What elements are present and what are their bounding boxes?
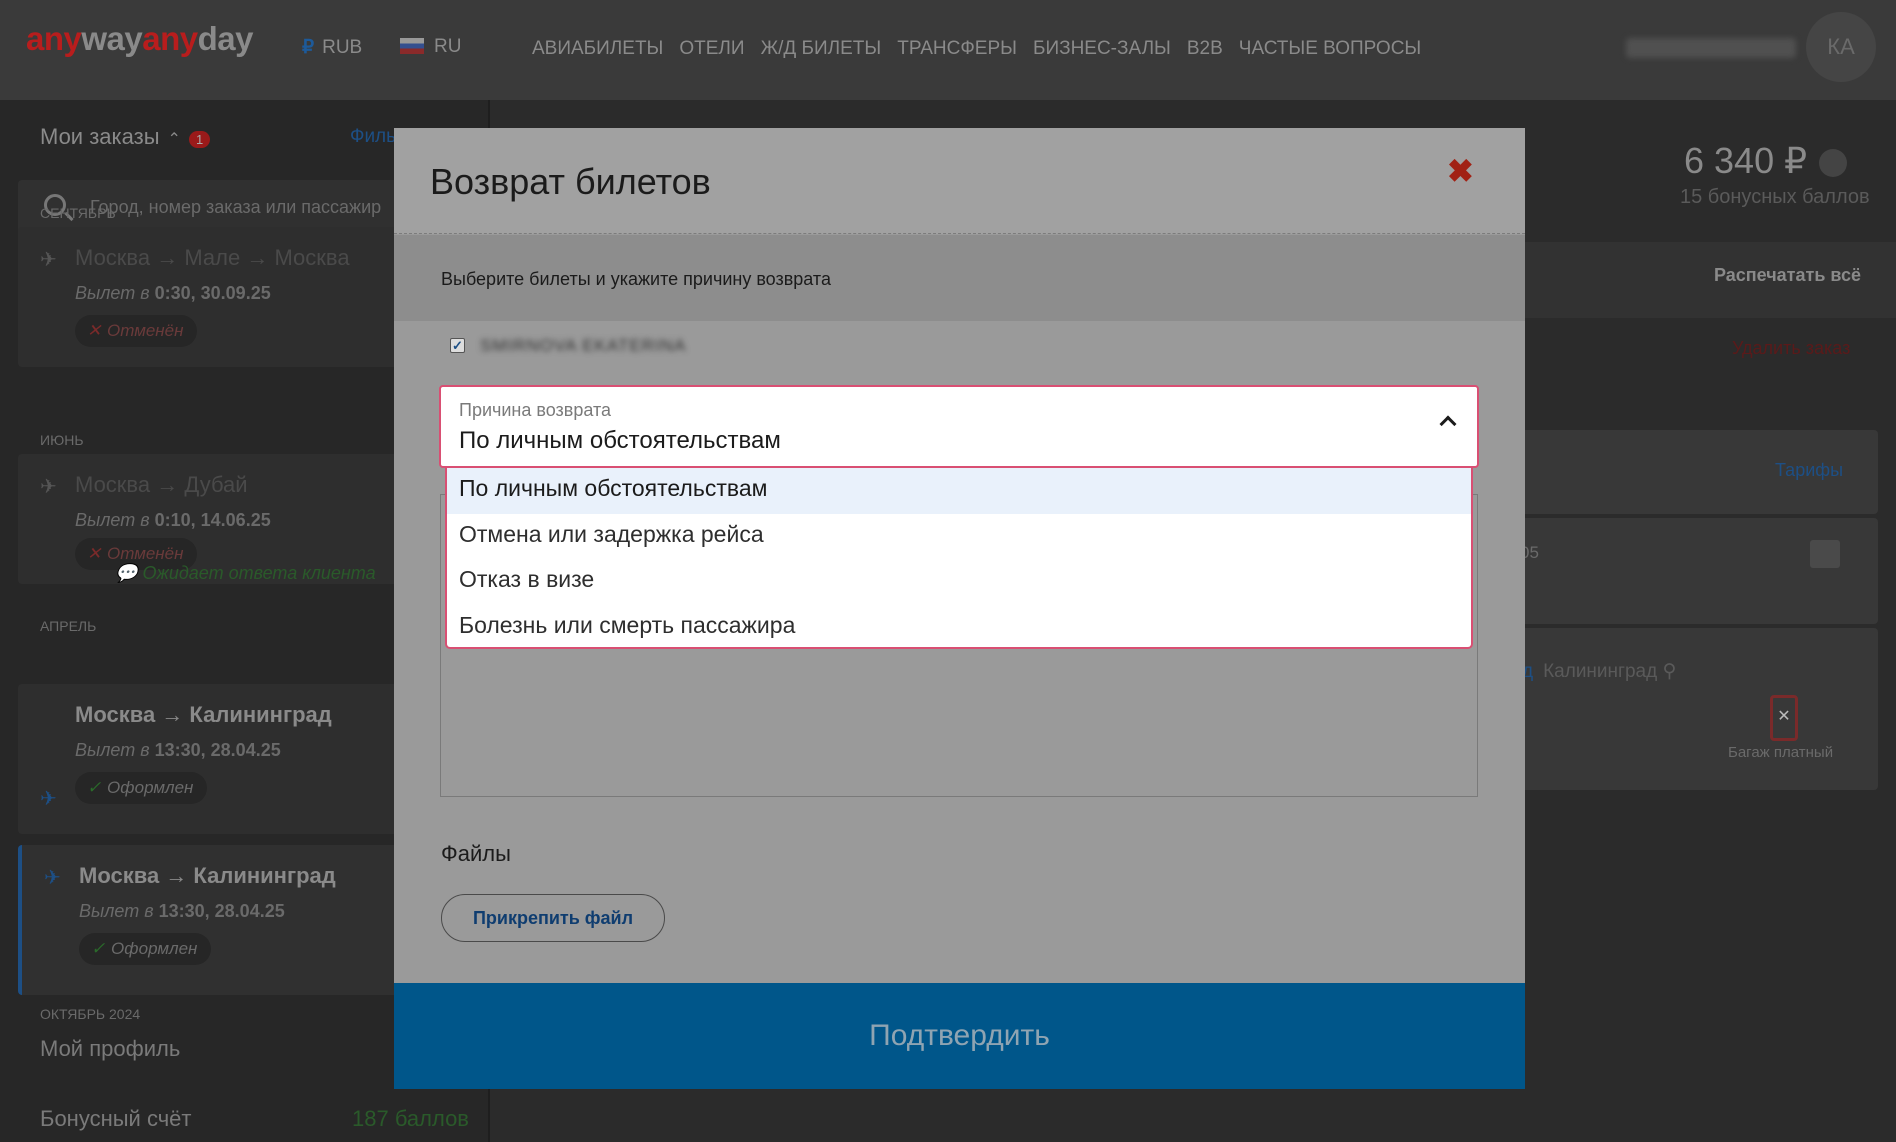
passenger-name: SMIRNOVA EKATERINA — [480, 336, 687, 355]
chevron-up-icon — [1440, 414, 1454, 428]
print-all-link[interactable]: Распечатать всё — [1714, 265, 1861, 286]
order-route: Москва → Калининград — [79, 863, 336, 888]
my-profile-link[interactable]: Мой профиль — [40, 1036, 180, 1062]
order-route: Москва → Калининград — [75, 702, 332, 727]
reason-option-flight-cancel[interactable]: Отмена или задержка рейса — [447, 514, 1471, 560]
search-placeholder: Город, номер заказа или пассажир — [90, 197, 382, 217]
modal-instruction-bar: Выберите билеты и укажите причину возвра… — [394, 235, 1525, 321]
awaiting-status: 💬 Ожидает ответа клиента — [115, 563, 376, 583]
order-departure: Вылет в 0:10, 14.06.25 — [75, 510, 271, 530]
reason-option-visa-denied[interactable]: Отказ в визе — [447, 559, 1471, 605]
reason-option-personal[interactable]: По личным обстоятельствам — [447, 468, 1471, 514]
arrival-city: д Калининград ⚲ — [1522, 661, 1677, 682]
plane-icon: ✈ — [40, 788, 57, 810]
avatar[interactable]: КА — [1806, 12, 1876, 82]
reason-option-illness[interactable]: Болезнь или смерть пассажира — [447, 605, 1471, 648]
tariffs-link[interactable]: Тарифы — [1775, 460, 1843, 481]
nav-rail[interactable]: Ж/Д БИЛЕТЫ — [761, 38, 882, 60]
files-label: Файлы — [441, 841, 511, 866]
main-nav: АВИАБИЛЕТЫ ОТЕЛИ Ж/Д БИЛЕТЫ ТРАНСФЕРЫ БИ… — [532, 38, 1421, 60]
passenger-checkbox[interactable]: ✓ — [450, 338, 465, 353]
order-route: Москва → Дубай — [75, 472, 248, 497]
logo[interactable]: anywayanyday — [26, 20, 254, 58]
reason-dropdown: По личным обстоятельствам Отмена или зад… — [445, 468, 1473, 649]
order-bonus-points: 15 бонусных баллов — [1680, 186, 1870, 208]
language-selector[interactable]: RU — [400, 36, 461, 58]
bonus-account[interactable]: Бонусный счёт 187 баллов — [40, 1106, 469, 1132]
nav-hotels[interactable]: ОТЕЛИ — [679, 38, 744, 60]
section-september: СЕНТЯБРЬ — [40, 205, 116, 221]
order-departure: Вылет в 13:30, 28.04.25 — [75, 740, 281, 760]
flag-icon — [400, 38, 424, 54]
printer-icon[interactable] — [1810, 540, 1840, 568]
reason-label: Причина возврата — [459, 400, 612, 420]
chat-icon: 💬 — [115, 563, 138, 583]
refund-reason-select[interactable]: Причина возврата По личным обстоятельств… — [439, 385, 1479, 468]
top-bar: anywayanyday ₽ RUB RU АВИАБИЛЕТЫ ОТЕЛИ Ж/… — [0, 0, 1896, 100]
plane-icon: ✈ — [40, 249, 57, 271]
modal-title: Возврат билетов — [430, 161, 711, 202]
order-departure: Вылет в 13:30, 28.04.25 — [79, 901, 285, 921]
ticket-card — [1520, 518, 1878, 624]
chevron-down-icon[interactable] — [1819, 149, 1847, 178]
nav-faq[interactable]: ЧАСТЫЕ ВОПРОСЫ — [1239, 38, 1421, 60]
reason-value: По личным обстоятельствам — [459, 427, 781, 454]
cross-icon: ✕ — [87, 321, 102, 340]
nav-b2b[interactable]: B2B — [1187, 38, 1223, 60]
nav-transfers[interactable]: ТРАНСФЕРЫ — [897, 38, 1017, 60]
chevron-up-icon: ⌃ — [167, 131, 181, 148]
plane-icon: ✈ — [44, 867, 61, 889]
order-route: Москва → Мале → Москва — [75, 245, 350, 270]
nav-lounges[interactable]: БИЗНЕС-ЗАЛЫ — [1033, 38, 1171, 60]
modal-header: Возврат билетов ✖ — [394, 128, 1525, 234]
attach-file-button[interactable]: Прикрепить файл — [441, 894, 665, 942]
segment-card — [1520, 628, 1878, 790]
check-icon: ✓ — [91, 939, 106, 958]
baggage-label: Багаж платный — [1728, 744, 1834, 761]
refund-modal: Возврат билетов ✖ Выберите билеты и укаж… — [394, 128, 1525, 1089]
currency-selector[interactable]: ₽ RUB — [302, 36, 362, 59]
section-june: ИЮНЬ — [40, 432, 84, 448]
order-departure: Вылет в 0:30, 30.09.25 — [75, 283, 271, 303]
location-icon: ⚲ — [1662, 661, 1677, 682]
close-icon[interactable]: ✖ — [1447, 155, 1474, 187]
confirm-button[interactable]: Подтвердить — [394, 983, 1525, 1089]
delete-order-link[interactable]: Удалить заказ — [1732, 338, 1850, 359]
nav-flights[interactable]: АВИАБИЛЕТЫ — [532, 38, 663, 60]
status-badge: ✕ Отменён — [75, 315, 198, 347]
status-badge: ✓ Оформлен — [79, 933, 212, 965]
account-name-blurred[interactable] — [1626, 38, 1796, 58]
modal-instruction: Выберите билеты и укажите причину возвра… — [441, 269, 831, 289]
baggage-icon: ✕ — [1770, 695, 1798, 741]
section-october-2024: ОКТЯБРЬ 2024 — [40, 1006, 141, 1022]
my-orders-header[interactable]: Мои заказы ⌃ 1 — [40, 124, 211, 150]
cross-icon: ✕ — [87, 544, 102, 563]
section-april: АПРЕЛЬ — [40, 618, 97, 634]
status-badge: ✓ Оформлен — [75, 772, 208, 804]
orders-badge: 1 — [188, 131, 211, 148]
check-icon: ✓ — [87, 778, 102, 797]
order-price: 6 340 ₽ — [1684, 140, 1847, 182]
plane-icon: ✈ — [40, 476, 57, 498]
